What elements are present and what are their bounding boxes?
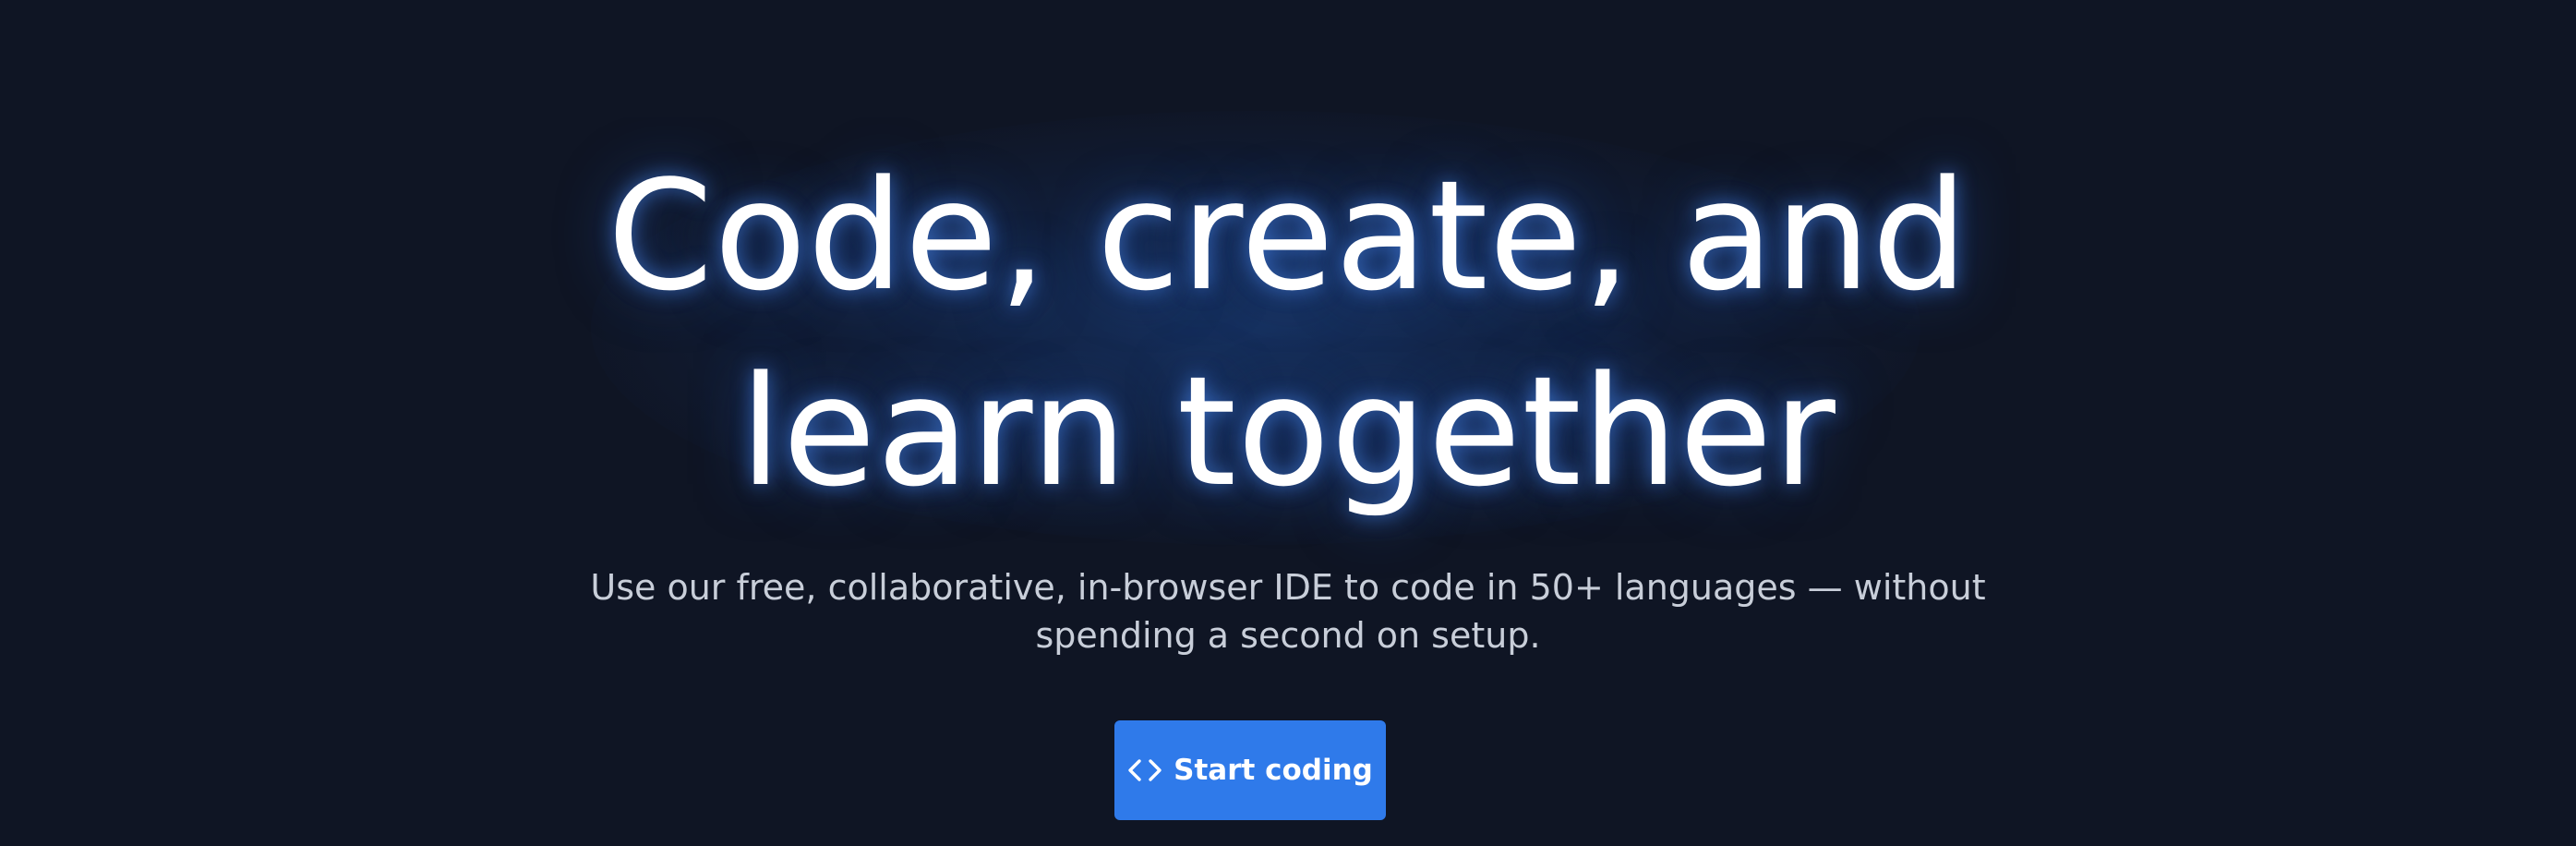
hero-section: Code, create, and learn together Use our… <box>0 0 2576 846</box>
hero-subtitle: Use our free, collaborative, in-browser … <box>590 567 1986 656</box>
start-coding-label: Start coding <box>1174 754 1373 787</box>
hero-title: Code, create, and learn together <box>0 139 2576 530</box>
code-brackets-icon <box>1127 756 1162 784</box>
hero-title-line-2: learn together <box>740 344 1836 520</box>
start-coding-button[interactable]: Start coding <box>1114 720 1386 820</box>
hero-title-line-1: Code, create, and <box>607 148 1969 324</box>
